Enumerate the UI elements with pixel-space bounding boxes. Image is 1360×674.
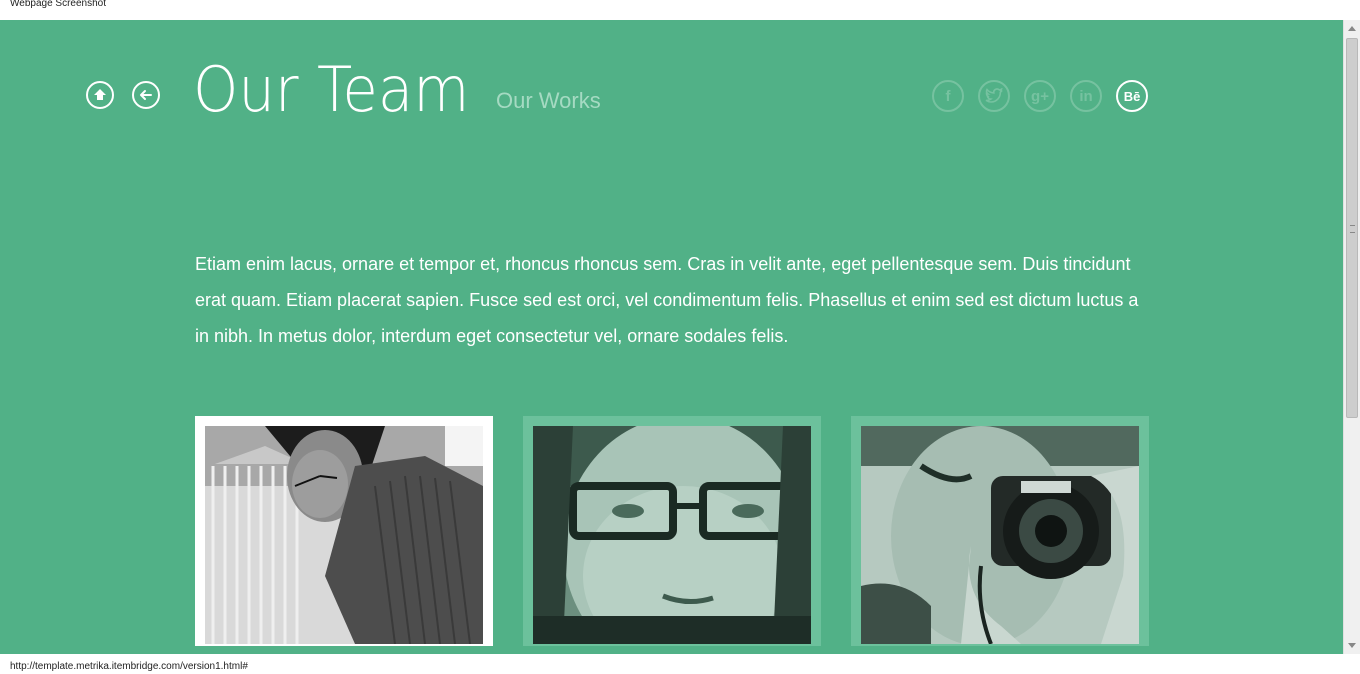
twitter-bird-icon	[985, 88, 1003, 103]
linkedin-icon[interactable]: in	[1070, 80, 1102, 112]
back-button[interactable]	[132, 81, 160, 109]
behance-glyph: Bē	[1123, 88, 1141, 104]
portrait-2-image	[533, 426, 811, 644]
facebook-glyph: f	[945, 87, 951, 105]
google-plus-icon[interactable]: g+	[1024, 80, 1056, 112]
man-with-glasses-photo	[533, 426, 811, 644]
status-bar: http://template.metrika.itembridge.com/v…	[0, 654, 1360, 674]
twitter-icon[interactable]	[978, 80, 1010, 112]
intro-text: Etiam enim lacus, ornare et tempor et, r…	[195, 254, 1139, 346]
vertical-scrollbar[interactable]	[1343, 20, 1360, 654]
window-titlebar: Webpage Screenshot	[0, 0, 1360, 20]
status-url: http://template.metrika.itembridge.com/v…	[10, 661, 248, 672]
man-with-camera-photo	[861, 426, 1139, 644]
page-title: Our Team	[193, 53, 470, 126]
team-card[interactable]	[195, 416, 493, 646]
page-viewport: Our Team Our Works f g+ in Bē Etiam enim…	[0, 20, 1343, 654]
scroll-down-arrow-icon[interactable]	[1348, 643, 1356, 648]
behance-icon[interactable]: Bē	[1116, 80, 1148, 112]
team-card[interactable]	[523, 416, 821, 646]
back-arrow-icon	[140, 90, 152, 100]
portrait-1-image	[205, 426, 483, 644]
facebook-icon[interactable]: f	[932, 80, 964, 112]
our-works-link[interactable]: Our Works	[496, 88, 601, 114]
home-button[interactable]	[86, 81, 114, 109]
team-card[interactable]	[851, 416, 1149, 646]
portrait-3-image	[861, 426, 1139, 644]
scrollbar-thumb[interactable]	[1346, 38, 1358, 418]
linkedin-glyph: in	[1079, 87, 1093, 105]
home-icon	[94, 89, 106, 100]
window-title: Webpage Screenshot	[10, 0, 106, 9]
scrollbar-grip-icon	[1350, 225, 1355, 233]
google-plus-glyph: g+	[1031, 87, 1049, 105]
man-looking-down-photo	[205, 426, 483, 644]
scroll-up-arrow-icon[interactable]	[1348, 26, 1356, 31]
